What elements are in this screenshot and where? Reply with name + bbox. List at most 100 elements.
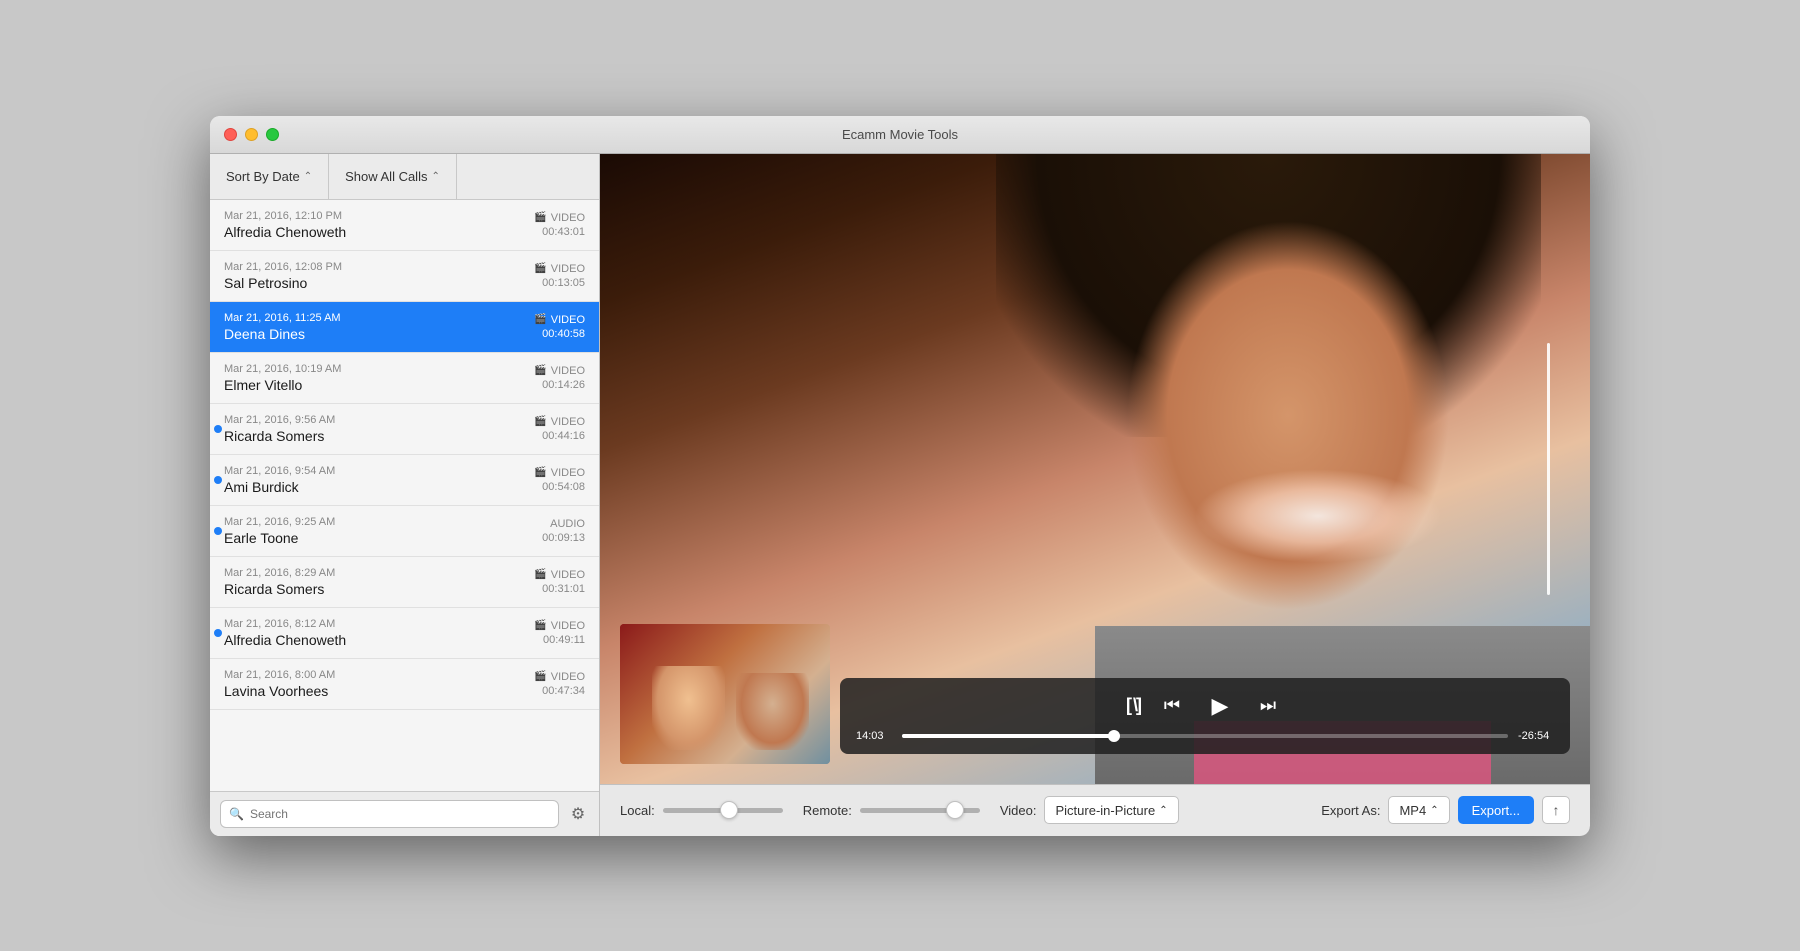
call-type: 🎬 VIDEO: [534, 620, 585, 632]
call-name: Alfredia Chenoweth: [224, 224, 534, 240]
call-date: Mar 21, 2016, 9:54 AM: [224, 465, 534, 477]
list-item[interactable]: Mar 21, 2016, 8:00 AM Lavina Voorhees 🎬 …: [210, 659, 599, 710]
call-info: Mar 21, 2016, 9:56 AM Ricarda Somers: [224, 414, 534, 444]
unread-dot: [214, 425, 222, 433]
smile-layer: [1194, 469, 1442, 564]
call-meta: 🎬 VIDEO 00:47:34: [534, 671, 585, 697]
list-item[interactable]: Mar 21, 2016, 11:25 AM Deena Dines 🎬 VID…: [210, 302, 599, 353]
maximize-button[interactable]: [266, 128, 279, 141]
export-format-dropdown[interactable]: MP4 ⌃: [1388, 796, 1449, 824]
list-item[interactable]: Mar 21, 2016, 8:12 AM Alfredia Chenoweth…: [210, 608, 599, 659]
earphone-wire: [1547, 343, 1550, 595]
video-main: [ \] ⏮ ▶ ⏭ 14:03 -26:54: [600, 154, 1590, 784]
close-button[interactable]: [224, 128, 237, 141]
call-name: Alfredia Chenoweth: [224, 632, 534, 648]
rewind-button[interactable]: ⏮: [1156, 690, 1188, 722]
call-name: Deena Dines: [224, 326, 534, 342]
face-layer: [1065, 217, 1511, 658]
video-label: Video:: [1000, 803, 1037, 818]
video-area: [ \] ⏮ ▶ ⏭ 14:03 -26:54: [600, 154, 1590, 836]
window-controls: [224, 128, 279, 141]
remote-slider-thumb[interactable]: [946, 801, 964, 819]
share-button[interactable]: ↑: [1542, 796, 1570, 824]
calls-list[interactable]: Mar 21, 2016, 12:10 PM Alfredia Chenowet…: [210, 200, 599, 791]
export-as-label: Export As:: [1321, 803, 1380, 818]
video-camera-icon: 🎬: [534, 467, 546, 478]
list-item[interactable]: Mar 21, 2016, 9:56 AM Ricarda Somers 🎬 V…: [210, 404, 599, 455]
call-duration: 00:49:11: [534, 634, 585, 646]
video-camera-icon: 🎬: [534, 263, 546, 274]
call-date: Mar 21, 2016, 9:56 AM: [224, 414, 534, 426]
controls-row: [ \] ⏮ ▶ ⏭: [856, 690, 1554, 722]
call-duration: 00:31:01: [534, 583, 585, 595]
search-input[interactable]: [250, 807, 550, 821]
sort-by-date-button[interactable]: Sort By Date ⌃: [210, 154, 329, 199]
call-date: Mar 21, 2016, 8:29 AM: [224, 567, 534, 579]
list-item[interactable]: Mar 21, 2016, 10:19 AM Elmer Vitello 🎬 V…: [210, 353, 599, 404]
call-duration: 00:14:26: [534, 379, 585, 391]
current-time: 14:03: [856, 730, 892, 742]
call-duration: 00:44:16: [534, 430, 585, 442]
call-meta: 🎬 VIDEO 00:31:01: [534, 569, 585, 595]
call-info: Mar 21, 2016, 9:25 AM Earle Toone: [224, 516, 542, 546]
pip-overlay: [620, 624, 830, 764]
call-type: AUDIO: [542, 518, 585, 530]
video-camera-icon: 🎬: [534, 212, 546, 223]
call-duration: 00:13:05: [534, 277, 585, 289]
minimize-button[interactable]: [245, 128, 258, 141]
play-button[interactable]: ▶: [1204, 690, 1236, 722]
video-camera-icon: 🎬: [534, 671, 546, 682]
progress-thumb[interactable]: [1108, 730, 1120, 742]
call-name: Ricarda Somers: [224, 581, 534, 597]
unread-dot: [214, 629, 222, 637]
show-all-calls-button[interactable]: Show All Calls ⌃: [329, 154, 457, 199]
list-item[interactable]: Mar 21, 2016, 9:25 AM Earle Toone AUDIO …: [210, 506, 599, 557]
video-mode-dropdown[interactable]: Picture-in-Picture ⌃: [1044, 796, 1178, 824]
call-date: Mar 21, 2016, 8:00 AM: [224, 669, 534, 681]
player-controls: [ \] ⏮ ▶ ⏭ 14:03 -26:54: [840, 678, 1570, 754]
remote-section: Remote:: [803, 803, 980, 818]
call-info: Mar 21, 2016, 8:12 AM Alfredia Chenoweth: [224, 618, 534, 648]
sidebar-toolbar: Sort By Date ⌃ Show All Calls ⌃: [210, 154, 599, 200]
video-mode-value: Picture-in-Picture: [1055, 803, 1155, 818]
call-meta: 🎬 VIDEO 00:13:05: [534, 263, 585, 289]
main-content: Sort By Date ⌃ Show All Calls ⌃ Mar 21, …: [210, 154, 1590, 836]
remote-label: Remote:: [803, 803, 852, 818]
call-date: Mar 21, 2016, 12:10 PM: [224, 210, 534, 222]
call-name: Earle Toone: [224, 530, 542, 546]
progress-bar[interactable]: [902, 734, 1508, 738]
local-slider[interactable]: [663, 808, 783, 813]
export-format-value: MP4: [1399, 803, 1426, 818]
call-info: Mar 21, 2016, 8:00 AM Lavina Voorhees: [224, 669, 534, 699]
unread-dot: [214, 476, 222, 484]
list-item[interactable]: Mar 21, 2016, 12:10 PM Alfredia Chenowet…: [210, 200, 599, 251]
search-field[interactable]: 🔍: [220, 800, 559, 828]
call-name: Lavina Voorhees: [224, 683, 534, 699]
video-camera-icon: 🎬: [534, 569, 546, 580]
export-button[interactable]: Export...: [1458, 796, 1534, 824]
window-title: Ecamm Movie Tools: [842, 127, 958, 142]
gear-icon[interactable]: ⚙: [567, 803, 589, 825]
call-name: Sal Petrosino: [224, 275, 534, 291]
search-icon: 🔍: [229, 807, 244, 821]
call-meta: 🎬 VIDEO 00:49:11: [534, 620, 585, 646]
share-icon: ↑: [1553, 802, 1560, 818]
call-type: 🎬 VIDEO: [534, 314, 585, 326]
call-duration: 00:54:08: [534, 481, 585, 493]
call-duration: 00:40:58: [534, 328, 585, 340]
local-slider-thumb[interactable]: [720, 801, 738, 819]
sidebar-footer: 🔍 ⚙: [210, 791, 599, 836]
call-name: Ricarda Somers: [224, 428, 534, 444]
video-dropdown-chevron-icon: ⌃: [1159, 805, 1167, 816]
remaining-time: -26:54: [1518, 730, 1554, 742]
fast-forward-button[interactable]: ⏭: [1252, 690, 1284, 722]
title-bar: Ecamm Movie Tools: [210, 116, 1590, 154]
call-name: Elmer Vitello: [224, 377, 534, 393]
bottom-bar: Local: Remote: Video: Picture-in-Picture: [600, 784, 1590, 836]
clip-in-icon[interactable]: [ \]: [1126, 695, 1140, 716]
list-item[interactable]: Mar 21, 2016, 9:54 AM Ami Burdick 🎬 VIDE…: [210, 455, 599, 506]
list-item[interactable]: Mar 21, 2016, 12:08 PM Sal Petrosino 🎬 V…: [210, 251, 599, 302]
list-item[interactable]: Mar 21, 2016, 8:29 AM Ricarda Somers 🎬 V…: [210, 557, 599, 608]
call-type: 🎬 VIDEO: [534, 671, 585, 683]
remote-slider[interactable]: [860, 808, 980, 813]
